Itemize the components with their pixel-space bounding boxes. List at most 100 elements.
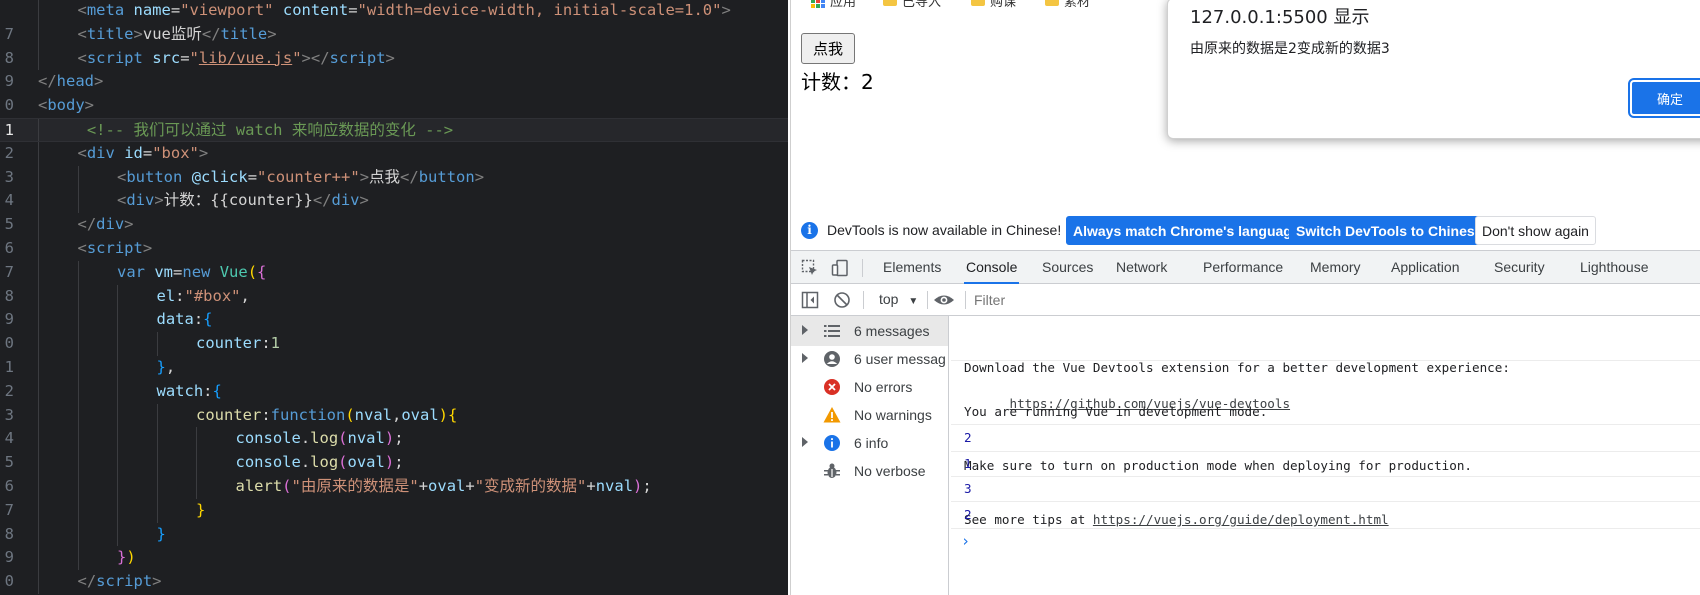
console-log-row: 1	[951, 452, 1700, 477]
code-token: (	[338, 429, 348, 448]
code-token: :	[261, 405, 271, 424]
code-token: counter	[196, 334, 262, 353]
code-token: console	[235, 453, 301, 472]
indent-guide	[38, 284, 39, 309]
code-token: </	[312, 191, 332, 210]
code-token: :	[175, 286, 185, 305]
sidebar-item-label: 6 user messages	[854, 351, 946, 367]
indent-guide	[77, 165, 79, 190]
expand-arrow-icon[interactable]	[802, 325, 808, 335]
indent-guide	[38, 260, 39, 285]
console-filter-input[interactable]	[974, 288, 1694, 312]
divider	[863, 291, 864, 309]
line-number: 4	[4, 429, 14, 448]
indent-guide	[77, 498, 79, 523]
code-line: <meta name="viewport" content="width=dev…	[0, 0, 788, 23]
code-token: src	[152, 48, 181, 67]
code-token: console	[235, 429, 301, 448]
code-token: head	[56, 72, 94, 91]
indent-guide	[38, 165, 39, 190]
indent-guide	[156, 498, 158, 523]
alert-ok-button[interactable]: 确定	[1628, 78, 1700, 118]
sidebar-item-no-errors[interactable]: No errors	[791, 372, 948, 402]
line-number: 2	[4, 381, 14, 400]
sidebar-item-label: 6 info	[854, 435, 889, 451]
code-token: =	[247, 167, 258, 186]
code-editor[interactable]: <meta name="viewport" content="width=dev…	[0, 0, 788, 595]
code-token: {	[212, 381, 222, 400]
indent-guide	[38, 427, 39, 452]
line-number: 4	[4, 191, 14, 210]
code-token: new	[182, 262, 211, 281]
live-expression-eye-icon[interactable]	[933, 291, 955, 309]
tab-lighthouse[interactable]: Lighthouse	[1580, 251, 1649, 284]
indent-guide	[38, 522, 39, 547]
bookmark-label: 素材	[1064, 0, 1091, 9]
code-token: >	[198, 143, 209, 162]
click-me-button[interactable]: 点我	[801, 33, 855, 64]
code-line: 8 el:"#box",	[0, 284, 788, 309]
code-token: content	[282, 1, 349, 19]
console-prompt[interactable]: ›	[961, 532, 970, 550]
indent-guide	[38, 403, 39, 428]
bookmark-courses[interactable]: 购课	[971, 0, 1016, 10]
tab-security[interactable]: Security	[1494, 251, 1545, 284]
indent-guide	[38, 0, 39, 23]
tab-memory[interactable]: Memory	[1310, 251, 1361, 284]
expand-arrow-icon[interactable]	[802, 437, 808, 447]
code-line: 5 </div>	[0, 213, 788, 237]
inspect-element-icon[interactable]	[801, 259, 819, 277]
sidebar-item-6-info[interactable]: 6 info	[791, 428, 948, 458]
switch-to-chinese-button[interactable]: Switch DevTools to Chinese	[1289, 216, 1490, 245]
sidebar-item-6-user-messages[interactable]: 6 user messages	[791, 344, 948, 374]
code-token: "#box"	[184, 286, 241, 305]
indent-guide	[38, 332, 39, 356]
code-token: ;	[394, 453, 404, 472]
sidebar-item-no-warnings[interactable]: No warnings	[791, 400, 948, 430]
bookmark-imported[interactable]: 已导入	[883, 0, 941, 10]
bookmark-apps[interactable]: 应用	[811, 0, 856, 10]
context-selector[interactable]: top ▼	[879, 291, 918, 307]
sidebar-item-6-messages[interactable]: 6 messages	[791, 316, 948, 346]
tab-sources[interactable]: Sources	[1042, 251, 1093, 284]
console-toolbar: top ▼	[791, 284, 1700, 316]
dont-show-again-button[interactable]: Don't show again	[1475, 216, 1596, 245]
code-token: ,	[240, 286, 250, 305]
tab-performance[interactable]: Performance	[1203, 251, 1283, 284]
code-token: counter	[196, 405, 262, 424]
divider	[862, 259, 863, 277]
code-token: >	[385, 48, 395, 67]
clear-console-icon[interactable]	[833, 291, 851, 309]
indent-guide	[77, 451, 79, 475]
code-token: >	[133, 24, 143, 43]
code-token: >	[474, 167, 485, 186]
code-token: script	[329, 48, 386, 67]
code-text: <body>	[38, 94, 94, 118]
device-toolbar-icon[interactable]	[831, 259, 849, 277]
always-match-language-button[interactable]: Always match Chrome's language	[1066, 216, 1307, 245]
tab-console[interactable]: Console	[964, 251, 1020, 284]
code-token: data	[156, 310, 194, 329]
sidebar-toggle-icon[interactable]	[801, 291, 819, 309]
line-number: 7	[4, 500, 14, 519]
code-line: 0 <body>	[0, 94, 788, 118]
line-number: 1	[4, 121, 14, 139]
indent-guide	[38, 119, 39, 141]
code-token: >	[94, 72, 104, 91]
code-token: )	[438, 405, 449, 424]
expand-arrow-icon[interactable]	[802, 353, 808, 363]
code-token: )	[126, 548, 136, 567]
tab-network[interactable]: Network	[1116, 251, 1167, 284]
tab-application[interactable]: Application	[1391, 251, 1460, 284]
bookmark-assets[interactable]: 素材	[1045, 0, 1090, 10]
bug-icon	[823, 462, 841, 480]
tab-elements[interactable]: Elements	[883, 251, 941, 284]
alert-title: 127.0.0.1:5500 显示	[1190, 7, 1370, 28]
code-token: script	[86, 239, 143, 257]
code-token: title	[220, 24, 268, 43]
indent-guide	[38, 570, 39, 594]
sidebar-item-no-verbose[interactable]: No verbose	[791, 456, 948, 486]
code-token: nval	[347, 429, 385, 448]
code-token: </	[77, 215, 97, 234]
